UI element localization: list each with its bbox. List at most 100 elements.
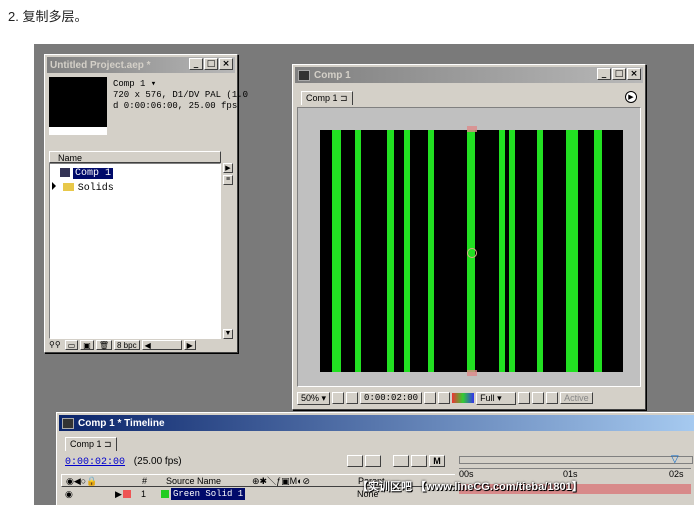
snapshot-icon[interactable] <box>424 392 437 404</box>
trash-icon[interactable]: 🗑 <box>95 340 112 350</box>
channel-icon[interactable] <box>452 393 475 403</box>
current-time[interactable]: 0:00:02:00 <box>65 457 125 468</box>
comp-footer-toolbar: 50% ▾ 0:00:02:00 Full ▾ Active <box>297 391 641 405</box>
render-icon[interactable] <box>365 455 381 467</box>
flowchart-icon[interactable]: ≡ <box>223 175 233 185</box>
show-snapshot-icon[interactable] <box>438 392 451 404</box>
project-window: Untitled Project.aep * _ □ × Comp 1 ▾ 72… <box>44 54 248 353</box>
active-camera-dropdown[interactable]: Active <box>560 392 593 404</box>
comp-title: Comp 1 <box>314 69 351 81</box>
comp-name-dropdown[interactable]: Comp 1 <box>113 79 145 89</box>
close-icon[interactable]: × <box>219 58 233 70</box>
label-color-icon[interactable] <box>123 490 131 498</box>
anchor-point-icon[interactable] <box>467 248 477 258</box>
motion-blur-icon[interactable]: M <box>429 455 445 467</box>
close-icon[interactable]: × <box>627 68 641 80</box>
anchor-handle-top[interactable] <box>467 126 477 132</box>
project-scrollbar[interactable]: ▶ ≡ ▼ <box>223 163 233 339</box>
tab-label: Comp 1 <box>306 93 338 103</box>
new-comp-icon[interactable]: ▣ <box>80 340 94 350</box>
comp-window-icon <box>298 69 310 81</box>
minimize-icon[interactable]: _ <box>189 58 203 70</box>
green-solid-bar[interactable] <box>404 130 410 372</box>
green-solid-bar[interactable] <box>537 130 543 372</box>
green-solid-bar[interactable] <box>428 130 434 372</box>
tab-label: Comp 1 <box>70 439 102 449</box>
expand-arrow-icon[interactable] <box>52 182 56 190</box>
timeline-tab-row: Comp 1 ⊐ <box>61 435 694 451</box>
project-titlebar[interactable]: Untitled Project.aep * _ □ × <box>47 57 235 73</box>
resolution-dropdown[interactable]: Full ▾ <box>476 391 517 405</box>
page-caption: 2. 复制多层。 <box>8 9 88 24</box>
timeline-titlebar[interactable]: Comp 1 * Timeline <box>59 415 694 431</box>
comp-info-line2: d 0:00:06:00, 25.00 fps <box>113 101 238 111</box>
scroll-right-icon[interactable]: ▶ <box>183 340 196 350</box>
timeline-time: 0:00:02:00 (25.00 fps) <box>65 456 182 468</box>
list-item-label: Comp 1 <box>73 168 114 179</box>
green-solid-bar[interactable] <box>387 130 394 372</box>
maximize-icon[interactable]: □ <box>204 58 218 70</box>
mask-icon[interactable] <box>346 392 359 404</box>
expand-arrow-icon[interactable]: ▶ <box>115 488 122 500</box>
resolution-value: Full <box>480 392 495 403</box>
comp-thumbnail <box>49 77 107 135</box>
layer-name[interactable]: Green Solid 1 <box>171 488 246 500</box>
list-item-label: Solids <box>77 183 114 194</box>
work-area-bar[interactable] <box>459 456 693 464</box>
layer-number: 1 <box>141 489 147 499</box>
comp-tab-row: Comp 1 ⊐ ▶ <box>297 89 641 105</box>
safe-zones-icon[interactable] <box>332 392 345 404</box>
minimize-icon[interactable]: _ <box>597 68 611 80</box>
frame-blend-icon[interactable] <box>411 455 427 467</box>
eye-icon[interactable]: ◉ <box>65 488 73 500</box>
timeline-window-icon <box>62 417 74 429</box>
comp-titlebar[interactable]: Comp 1 _ □ × <box>295 67 643 83</box>
tab-comp-1[interactable]: Comp 1 ⊐ <box>301 91 353 105</box>
name-column-header[interactable]: Name <box>49 151 221 163</box>
app-workspace: Untitled Project.aep * _ □ × Comp 1 ▾ 72… <box>34 44 694 505</box>
current-time-display[interactable]: 0:00:02:00 <box>360 392 423 404</box>
comp-viewer <box>297 107 641 387</box>
ruler-label: 02s <box>669 469 684 479</box>
green-solid-bar[interactable] <box>499 130 505 372</box>
comp-info-line1: 720 x 576, D1/DV PAL (1.0 <box>113 90 249 100</box>
green-solid-bar[interactable] <box>594 130 602 372</box>
solid-icon <box>161 490 169 498</box>
green-solid-bar[interactable] <box>355 130 361 372</box>
bpc-button[interactable]: 8 bpc <box>114 340 140 350</box>
anchor-handle-bottom[interactable] <box>467 370 477 376</box>
new-folder-icon[interactable]: ▭ <box>64 340 79 350</box>
green-solid-bar[interactable] <box>332 130 341 372</box>
list-item[interactable]: Solids <box>50 181 222 194</box>
draft-3d-icon[interactable] <box>393 455 409 467</box>
col-source-name: Source Name <box>166 476 222 486</box>
horizontal-scrollbar[interactable]: ◀ <box>141 340 182 350</box>
project-list: Comp 1 Solids <box>49 163 221 339</box>
scroll-down-icon[interactable]: ▼ <box>223 329 233 339</box>
list-item[interactable]: Comp 1 <box>50 166 222 179</box>
comp-button-icon[interactable] <box>347 455 363 467</box>
find-icon[interactable]: ⚲⚲ <box>47 340 63 350</box>
av-switches-icon: ◉◀○🔒 <box>66 476 98 486</box>
view-options-icon[interactable] <box>546 392 559 404</box>
composition-window: Comp 1 _ □ × Comp 1 ⊐ ▶ 50% ▾ 0:00:02:00 <box>292 64 646 410</box>
switches-icon: ⊕✱＼ƒ▣M◐⊘ <box>252 476 311 486</box>
timeline-switches: M <box>347 455 445 467</box>
green-solid-bar[interactable] <box>509 130 515 372</box>
zoom-dropdown[interactable]: 50% ▾ <box>297 391 331 405</box>
region-of-interest-icon[interactable] <box>518 392 531 404</box>
time-indicator-icon[interactable]: ▽ <box>671 454 679 465</box>
project-title: Untitled Project.aep * <box>50 59 151 71</box>
folder-icon <box>62 183 74 192</box>
composition-icon <box>60 167 70 177</box>
comp-info: Comp 1 ▾ 720 x 576, D1/DV PAL (1.0 d 0:0… <box>113 79 249 111</box>
tab-comp-1[interactable]: Comp 1 ⊐ <box>65 437 117 451</box>
panel-menu-icon[interactable]: ▶ <box>625 91 637 103</box>
maximize-icon[interactable]: □ <box>612 68 626 80</box>
frame-rate: (25.00 fps) <box>133 456 182 467</box>
green-solid-bar[interactable] <box>566 130 578 372</box>
transparency-grid-icon[interactable] <box>532 392 545 404</box>
scroll-right-icon[interactable]: ▶ <box>223 163 233 173</box>
zoom-value: 50% <box>301 392 320 403</box>
col-number: # <box>142 476 148 486</box>
